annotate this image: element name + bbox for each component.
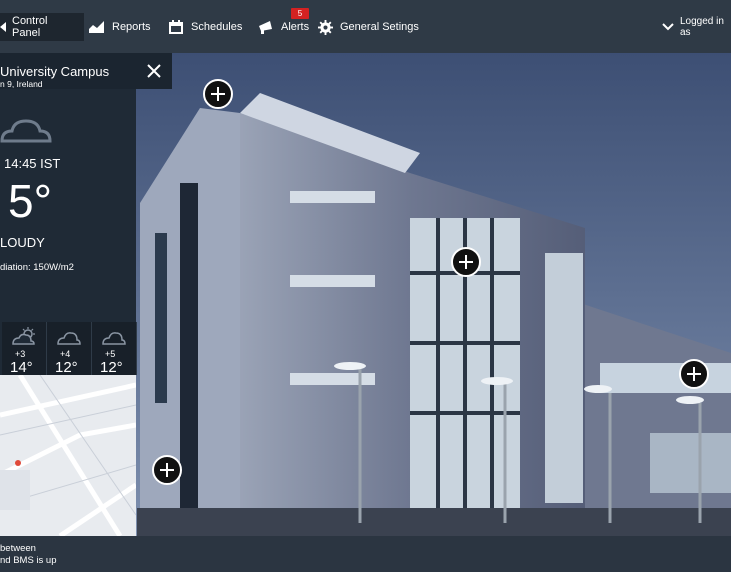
- weather-panel-header: University Campus n 9, Ireland: [0, 53, 172, 89]
- status-line-1: between: [0, 543, 36, 554]
- megaphone-icon: [257, 19, 275, 35]
- nav-schedules[interactable]: Schedules: [167, 13, 242, 41]
- user-menu[interactable]: Logged in as: [662, 13, 731, 41]
- weather-panel-body: 14:45 IST 5° LOUDY diation: 150W/m2 +3 1…: [0, 89, 137, 376]
- nav-schedules-label: Schedules: [191, 21, 243, 33]
- plus-icon: [459, 255, 473, 269]
- forecast-temp: 12°: [55, 359, 78, 376]
- chart-icon: [88, 19, 106, 35]
- forecast-offset: +5: [105, 349, 116, 359]
- nav-alerts-label: Alerts: [281, 21, 310, 33]
- cloud-icon: [57, 332, 81, 345]
- nav-general-settings-label: General Setings: [340, 21, 419, 33]
- weather-condition: LOUDY: [0, 235, 45, 250]
- forecast-temp: 12°: [100, 359, 123, 376]
- forecast-tile: +5 12°: [92, 322, 137, 376]
- gear-icon: [316, 19, 334, 35]
- forecast-tile: +4 12°: [47, 322, 92, 376]
- current-temperature: 5°: [8, 175, 52, 227]
- logged-in-label: Logged in as: [680, 16, 724, 38]
- plus-icon: [160, 463, 174, 477]
- nav-reports[interactable]: Reports: [88, 13, 151, 41]
- solar-radiation: diation: 150W/m2: [0, 262, 74, 273]
- forecast-temp: 14°: [10, 359, 33, 376]
- plus-hotspot-button[interactable]: [451, 247, 481, 277]
- arrow-icon: [0, 19, 8, 35]
- calendar-icon: [167, 19, 185, 35]
- forecast-offset: +3: [15, 349, 26, 359]
- chevron-down-icon: [662, 19, 674, 35]
- campus-map[interactable]: [0, 375, 136, 536]
- nav-reports-label: Reports: [112, 21, 151, 33]
- plus-hotspot-button[interactable]: [152, 455, 182, 485]
- plus-icon: [211, 87, 225, 101]
- nav-general-settings[interactable]: General Setings: [316, 13, 419, 41]
- alerts-count-badge: 5: [291, 8, 309, 19]
- status-line-2: nd BMS is up: [0, 555, 57, 566]
- nav-control-panel[interactable]: Control Panel: [0, 13, 84, 41]
- close-icon: [147, 64, 161, 78]
- top-navigation-bar: Control Panel Reports Schedules Alerts 5…: [0, 0, 731, 53]
- status-footer: between nd BMS is up: [0, 536, 731, 572]
- location-subtitle: n 9, Ireland: [0, 79, 43, 89]
- location-title: University Campus: [0, 64, 110, 79]
- forecast-tile: +3 14°: [2, 322, 47, 376]
- forecast-offset: +4: [60, 349, 71, 359]
- plus-hotspot-button[interactable]: [203, 79, 233, 109]
- close-button[interactable]: [145, 62, 163, 80]
- weather-panel: University Campus n 9, Ireland 14:45 IST…: [0, 53, 172, 376]
- plus-hotspot-button[interactable]: [679, 359, 709, 389]
- nav-control-panel-label: Control Panel: [12, 15, 48, 39]
- map-illustration: [0, 375, 136, 536]
- partly-sunny-icon: [12, 327, 35, 345]
- cloud-icon: [0, 119, 52, 143]
- plus-icon: [687, 367, 701, 381]
- cloud-icon: [102, 332, 126, 345]
- current-time: 14:45 IST: [4, 156, 61, 171]
